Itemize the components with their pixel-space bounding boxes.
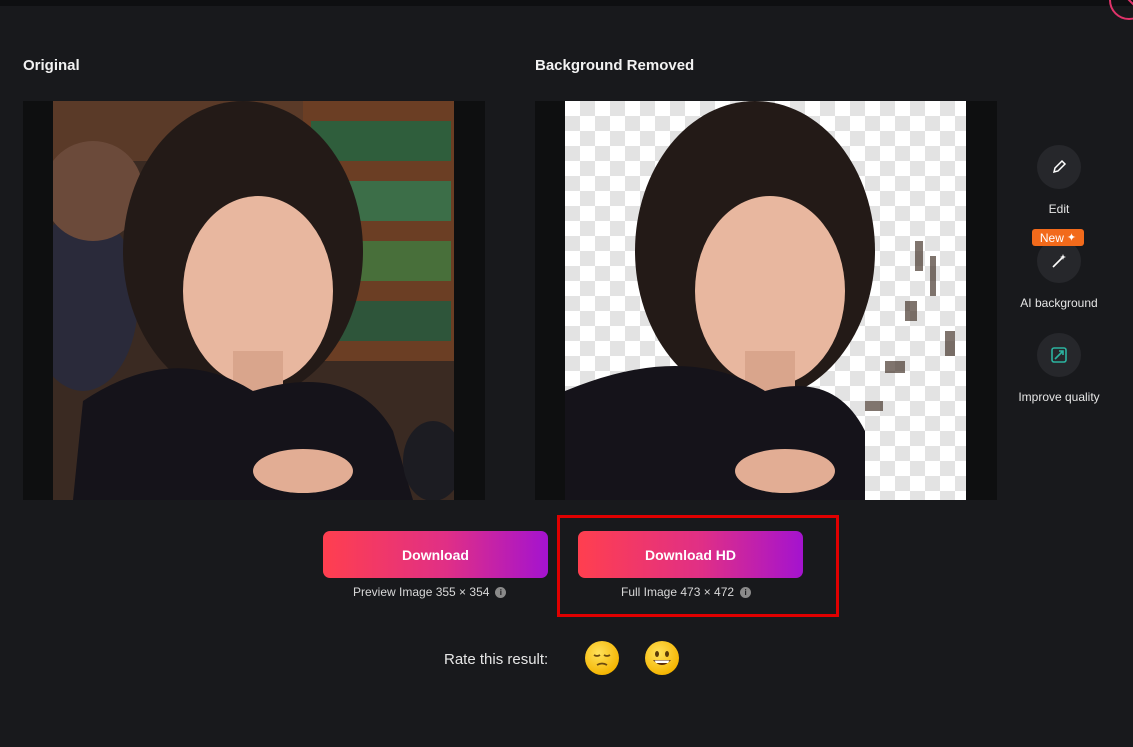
download-caption: Preview Image 355 × 354 i — [353, 585, 507, 599]
sparkle-icon: ✦ — [1066, 232, 1077, 244]
improve-quality-tool[interactable]: Improve quality — [1004, 333, 1114, 404]
removed-photo — [565, 101, 966, 500]
preview-size-text: Preview Image 355 × 354 — [353, 585, 490, 599]
enhance-icon — [1037, 333, 1081, 377]
ai-background-tool[interactable]: AI background — [1004, 239, 1114, 310]
original-photo — [53, 101, 454, 500]
new-badge-label: New — [1039, 230, 1064, 245]
original-image-panel — [23, 101, 485, 500]
close-icon[interactable] — [1109, 0, 1133, 20]
rate-prompt: Rate this result: — [444, 651, 549, 668]
improve-quality-label: Improve quality — [1018, 390, 1100, 404]
removed-heading: Background Removed — [535, 57, 695, 74]
download-button[interactable]: Download — [323, 531, 548, 578]
pensive-face-icon[interactable] — [585, 641, 619, 675]
removed-image-panel — [535, 101, 997, 500]
new-badge: New ✦ — [1032, 229, 1084, 246]
edit-label: Edit — [1048, 202, 1070, 216]
download-hd-highlight — [557, 515, 839, 617]
top-bar — [0, 0, 1133, 6]
ai-background-label: AI background — [1020, 296, 1098, 310]
grinning-face-icon[interactable] — [645, 641, 679, 675]
original-heading: Original — [23, 57, 80, 74]
edit-tool[interactable]: Edit — [1004, 145, 1114, 216]
pencil-icon — [1037, 145, 1081, 189]
info-icon[interactable]: i — [495, 586, 507, 598]
